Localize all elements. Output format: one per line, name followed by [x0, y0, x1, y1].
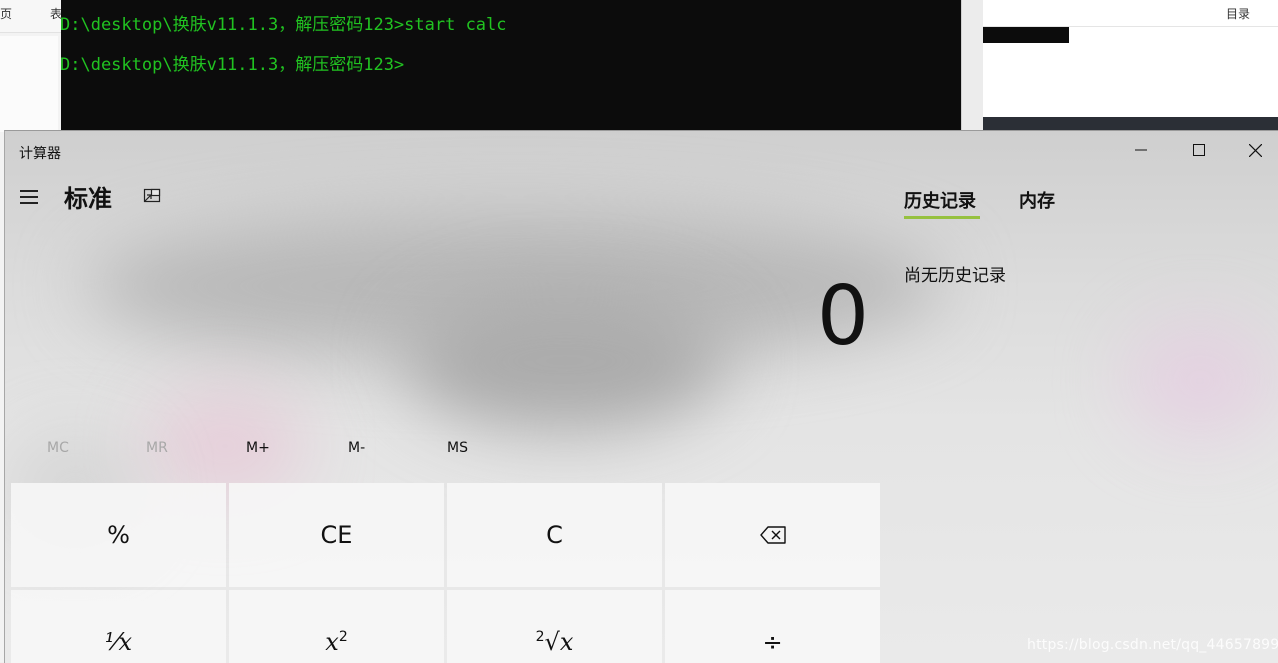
square-root-button[interactable]: 2√x — [447, 590, 662, 663]
acrylic-blur — [405, 291, 725, 431]
memory-clear-button[interactable]: MC — [47, 440, 69, 456]
memory-add-button[interactable]: M+ — [246, 440, 270, 456]
keypad: % CE C ⅟x x2 2√x ÷ — [11, 483, 881, 663]
watermark-text: https://blog.csdn.net/qq_44657899 — [1027, 637, 1278, 653]
mode-title: 标准 — [64, 185, 112, 213]
background-tabstrip: 页 表 — [0, 0, 62, 33]
calculator-window: 计算器 标准 历史记录 内存 尚无历史记录 0 MC MR M+ M- MS % — [4, 130, 1278, 663]
divide-label: ÷ — [762, 628, 783, 656]
window-title: 计算器 — [19, 146, 61, 162]
percent-button[interactable]: % — [11, 483, 226, 587]
percent-label: % — [107, 521, 130, 549]
tab-memory[interactable]: 内存 — [1019, 187, 1055, 213]
square-exponent-label: 2 — [338, 629, 348, 645]
clear-entry-button[interactable]: CE — [229, 483, 444, 587]
close-button[interactable] — [1227, 131, 1278, 169]
backspace-button[interactable] — [665, 483, 880, 587]
background-dark-band — [982, 117, 1278, 131]
divide-button[interactable]: ÷ — [665, 590, 880, 663]
memory-store-button[interactable]: MS — [447, 440, 468, 456]
square-button[interactable]: x2 — [229, 590, 444, 663]
square-base-label: x — [325, 628, 339, 656]
active-tab-indicator — [904, 216, 980, 219]
hamburger-menu-icon[interactable] — [19, 183, 41, 211]
backspace-icon — [759, 526, 786, 544]
console-line: D:\desktop\换肤v11.1.3，解压密码123>start calc — [60, 15, 507, 35]
console-line: D:\desktop\换肤v11.1.3，解压密码123> — [60, 55, 405, 75]
minimize-button[interactable] — [1113, 131, 1169, 169]
minimize-icon — [1135, 149, 1147, 151]
reciprocal-label: ⅟x — [104, 628, 133, 656]
reciprocal-button[interactable]: ⅟x — [11, 590, 226, 663]
square-root-label: √x — [544, 628, 574, 656]
acrylic-blur — [1125, 321, 1275, 441]
background-black-bar — [982, 27, 1069, 43]
close-icon — [1248, 143, 1262, 157]
console-window[interactable]: D:\desktop\换肤v11.1.3，解压密码123>start calc … — [60, 0, 961, 131]
root-index-label: 2 — [535, 629, 545, 645]
memory-recall-button[interactable]: MR — [146, 440, 168, 456]
maximize-icon — [1193, 144, 1205, 156]
memory-row: MC MR M+ M- MS — [5, 440, 505, 460]
history-empty-message: 尚无历史记录 — [904, 266, 1006, 286]
background-panel — [0, 36, 58, 132]
clear-button[interactable]: C — [447, 483, 662, 587]
background-tab-fragment: 页 — [0, 7, 13, 21]
result-display: 0 — [816, 269, 869, 364]
clear-label: C — [546, 521, 563, 549]
maximize-button[interactable] — [1171, 131, 1227, 169]
toc-link[interactable]: 目录 — [1226, 5, 1250, 22]
keep-on-top-icon[interactable] — [142, 186, 164, 206]
background-toolbar: 目录 — [982, 0, 1278, 27]
console-scrollbar[interactable] — [961, 0, 983, 131]
memory-subtract-button[interactable]: M- — [348, 440, 365, 456]
clear-entry-label: CE — [320, 521, 353, 549]
tab-history[interactable]: 历史记录 — [904, 187, 976, 213]
